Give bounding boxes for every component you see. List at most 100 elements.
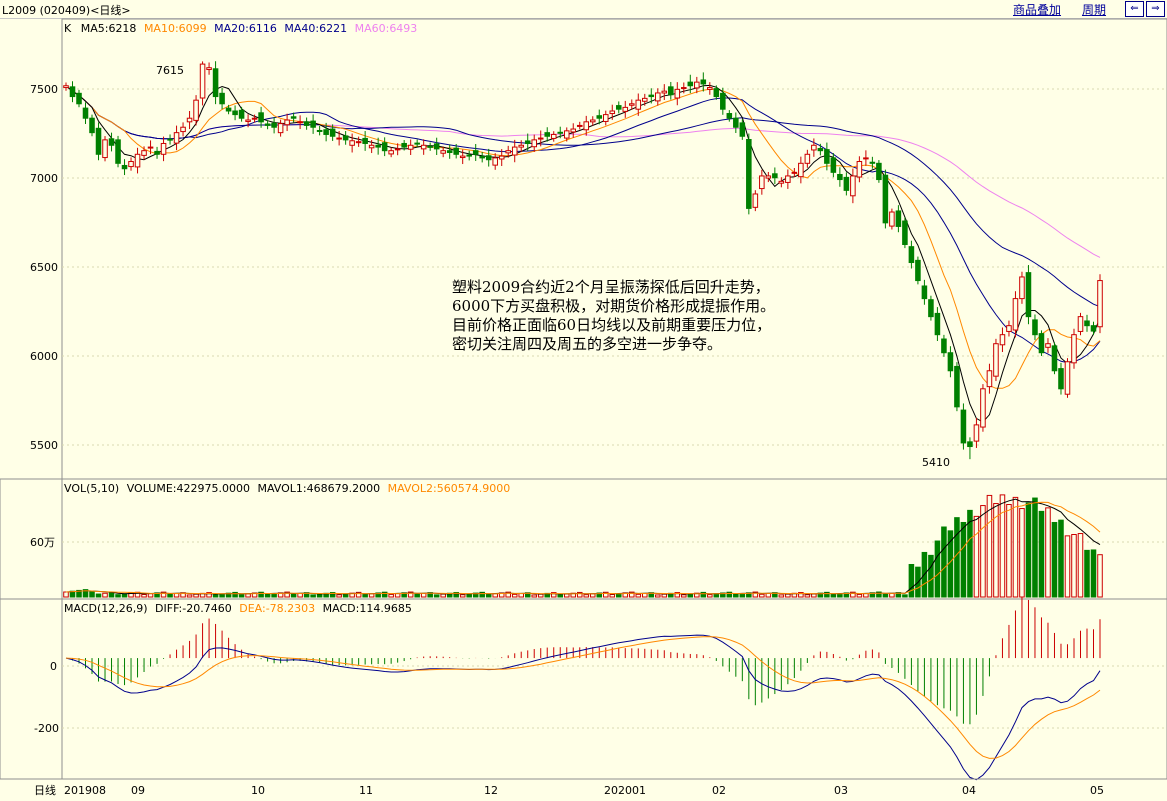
candle: [1058, 362, 1064, 395]
candle: [433, 137, 440, 156]
candle-body: [837, 173, 843, 181]
candle: [550, 131, 557, 142]
candle-body: [668, 86, 674, 96]
volume-bar: [973, 515, 980, 598]
candle-body: [154, 150, 160, 155]
macd-layer: [65, 597, 1101, 781]
volume-bar: [609, 593, 616, 598]
candle: [232, 105, 238, 121]
volume-bar: [1077, 533, 1084, 598]
candle: [655, 88, 661, 106]
volume-bar: [928, 554, 934, 598]
candle-body: [531, 139, 538, 148]
candle: [355, 136, 362, 147]
candle-body: [76, 92, 82, 105]
candle: [876, 160, 882, 183]
volume-bar: [765, 592, 772, 598]
volume-bar: [167, 593, 173, 598]
candle-body: [999, 334, 1006, 346]
volume-bar: [394, 593, 401, 598]
candle: [668, 81, 674, 100]
macd-tick-neg200: -200: [34, 722, 59, 735]
candle: [1097, 274, 1103, 334]
volume-bar: [121, 593, 128, 598]
candle-body: [1090, 325, 1097, 332]
candle: [726, 110, 733, 122]
price-tick-6000: 6000: [30, 350, 58, 363]
volume-bar: [557, 594, 564, 598]
ma40-line: [65, 85, 1101, 308]
candle: [915, 256, 921, 285]
candle: [1006, 320, 1012, 337]
chart-area: 7500 7000 6500 6000 5500 60万 0 -200 K MA…: [0, 18, 1167, 797]
candle: [1045, 338, 1051, 353]
candle-body: [759, 175, 765, 190]
candle: [297, 115, 303, 130]
candle-body: [856, 161, 863, 178]
volume-bars: [63, 494, 1103, 598]
candle: [615, 101, 622, 114]
candle-body: [147, 146, 154, 149]
candle-body: [303, 121, 310, 126]
candle: [602, 110, 609, 126]
candle-body: [869, 161, 876, 164]
candle-body: [505, 150, 511, 154]
candle: [921, 279, 928, 305]
candle: [700, 72, 707, 92]
legend-ma60: MA60:6493: [355, 22, 418, 35]
volume-bar: [863, 593, 869, 598]
candle: [115, 135, 121, 168]
volume-bar: [440, 593, 446, 598]
candle-body: [193, 99, 199, 121]
volume-bar: [837, 593, 843, 598]
candle-body: [602, 114, 609, 122]
candle: [316, 125, 323, 136]
candle-body: [544, 132, 551, 137]
candle: [902, 217, 908, 249]
candle-body: [186, 117, 193, 123]
candle-body: [264, 123, 271, 126]
x-label-7: 03: [834, 784, 848, 797]
candle-body: [830, 157, 837, 173]
volume-bar: [245, 593, 251, 598]
volume-bar: [433, 594, 440, 598]
x-label-6: 02: [712, 784, 726, 797]
volume-bar: [147, 593, 154, 598]
x-label-5: 202001: [604, 784, 646, 797]
candle-body: [778, 180, 785, 184]
volume-bar: [420, 592, 427, 598]
candle-body: [628, 103, 635, 106]
volume-bar: [336, 594, 342, 598]
candle: [967, 437, 973, 460]
candle-body: [772, 173, 778, 179]
legend-dea: DEA:-78.2303: [239, 602, 315, 615]
candle: [277, 119, 284, 137]
candle: [661, 84, 668, 100]
x-axis-corner: 日线: [34, 783, 56, 797]
candle: [154, 146, 160, 159]
candle-body: [537, 137, 544, 140]
candle: [733, 112, 739, 134]
candle: [1051, 342, 1058, 375]
candle-body: [69, 86, 76, 98]
candle-body: [407, 144, 414, 150]
candle-body: [108, 138, 115, 146]
volume-bar: [1045, 507, 1051, 598]
volume-bar: [960, 521, 967, 598]
candle-body: [791, 171, 798, 174]
candle-body: [902, 220, 908, 245]
ma60-line: [65, 85, 1101, 258]
diff-line: [65, 634, 1101, 781]
candle: [349, 133, 355, 153]
candle: [206, 62, 212, 75]
candle-body: [934, 312, 941, 336]
candle-body: [245, 119, 251, 122]
candle-body: [95, 127, 102, 155]
volume-bar: [1006, 504, 1012, 598]
candle-body: [648, 94, 655, 98]
candle: [973, 418, 980, 448]
candle-body: [576, 124, 583, 127]
volume-bar: [980, 505, 986, 598]
low-label: 5410: [922, 456, 950, 469]
candle-body: [297, 121, 303, 124]
